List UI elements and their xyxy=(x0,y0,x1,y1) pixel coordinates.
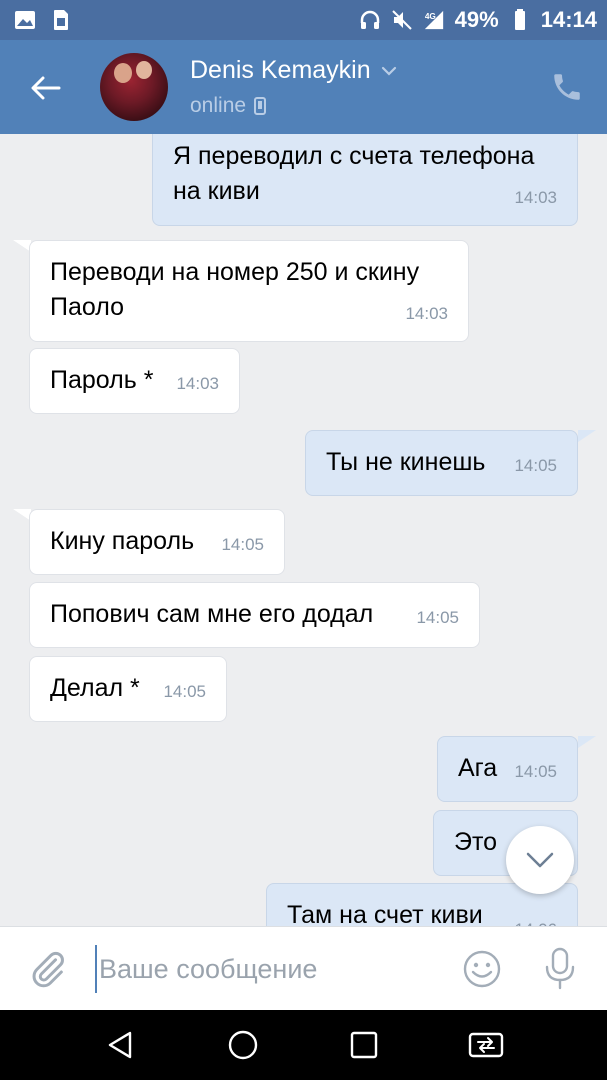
message-time: 14:03 xyxy=(405,304,448,323)
contact-name-button[interactable]: Denis Kemaykin xyxy=(190,56,397,85)
attach-button[interactable] xyxy=(28,949,68,989)
home-circle-icon xyxy=(228,1030,257,1060)
message-time: 14:03 xyxy=(176,374,219,393)
emoji-icon xyxy=(463,950,501,988)
message-bubble-incoming[interactable]: Кину пароль 14:05 xyxy=(29,509,285,575)
signal-icon: 4G xyxy=(423,9,445,31)
message-bubble-outgoing[interactable]: Я переводил с счета телефона на киви 14:… xyxy=(152,134,578,226)
message-composer xyxy=(0,926,607,1010)
microphone-icon xyxy=(545,947,575,990)
bubble-tail xyxy=(578,430,596,442)
scroll-to-bottom-button[interactable] xyxy=(506,826,574,894)
message-bubble-incoming[interactable]: Переводи на номер 250 и скину Паоло 14:0… xyxy=(29,240,469,342)
paperclip-icon xyxy=(32,951,64,988)
message-bubble-incoming[interactable]: Попович сам мне его додал 14:05 xyxy=(29,582,480,648)
call-button[interactable] xyxy=(550,70,584,104)
message-bubble-incoming[interactable]: Делал * 14:05 xyxy=(29,656,227,722)
message-text: Пароль * xyxy=(50,366,154,394)
nav-switch-app-button[interactable] xyxy=(464,1023,508,1067)
back-arrow-icon xyxy=(31,76,61,100)
message-input[interactable] xyxy=(95,945,435,993)
svg-text:4G: 4G xyxy=(425,12,436,21)
chevron-down-icon xyxy=(381,66,396,76)
message-text: Это xyxy=(454,828,498,856)
switch-app-icon xyxy=(468,1032,504,1058)
message-bubble-outgoing[interactable]: Ага 14:05 xyxy=(437,736,578,802)
message-time: 14:05 xyxy=(416,608,459,627)
nav-back-button[interactable] xyxy=(99,1023,143,1067)
battery-percent: 49% xyxy=(454,7,499,32)
clock: 14:14 xyxy=(540,7,597,32)
message-bubble-outgoing[interactable]: Ты не кинешь 14:05 xyxy=(305,430,578,496)
message-text: Попович сам мне его додал xyxy=(50,600,374,628)
mobile-icon xyxy=(254,97,267,115)
phone-icon xyxy=(554,74,580,100)
chevron-down-icon xyxy=(526,852,554,868)
bubble-tail xyxy=(578,736,596,748)
chat-header: Denis Kemaykin online xyxy=(0,40,607,134)
voice-message-button[interactable] xyxy=(542,947,578,991)
back-triangle-icon xyxy=(108,1031,132,1059)
sim-card-icon xyxy=(50,9,72,31)
message-time: 14:05 xyxy=(514,456,557,475)
message-time: 14:05 xyxy=(514,762,557,781)
emoji-button[interactable] xyxy=(462,949,502,989)
battery-icon xyxy=(509,9,531,31)
message-time: 14:05 xyxy=(221,535,264,554)
message-text: Ага xyxy=(458,754,498,782)
message-text: Кину пароль xyxy=(50,527,195,555)
message-text: Я переводил с счета телефона на киви xyxy=(173,142,535,205)
message-text: Делал * xyxy=(50,674,140,702)
message-list[interactable]: Я переводил с счета телефона на киви 14:… xyxy=(0,134,607,926)
status-text: online xyxy=(190,94,247,117)
mute-icon xyxy=(391,9,413,31)
nav-home-button[interactable] xyxy=(221,1023,265,1067)
headphones-icon xyxy=(359,9,381,31)
image-icon xyxy=(14,9,36,31)
message-time: 14:03 xyxy=(514,188,557,207)
nav-recents-button[interactable] xyxy=(342,1023,386,1067)
avatar[interactable] xyxy=(100,53,168,121)
message-bubble-incoming[interactable]: Пароль * 14:03 xyxy=(29,348,240,414)
message-text: Ты не кинешь xyxy=(326,448,486,476)
message-time: 14:05 xyxy=(163,682,206,701)
status-bar: 4G 49% 14:14 xyxy=(0,0,607,40)
contact-status: online xyxy=(190,94,267,118)
message-text: Переводи на номер 250 и скину Паоло xyxy=(50,258,420,321)
system-navigation-bar xyxy=(0,1010,607,1080)
back-button[interactable] xyxy=(26,68,66,108)
message-text: Там на счет киви xyxy=(287,901,483,926)
message-time: 14:06 xyxy=(514,912,557,926)
contact-name: Denis Kemaykin xyxy=(190,56,371,84)
recents-square-icon xyxy=(351,1031,378,1059)
